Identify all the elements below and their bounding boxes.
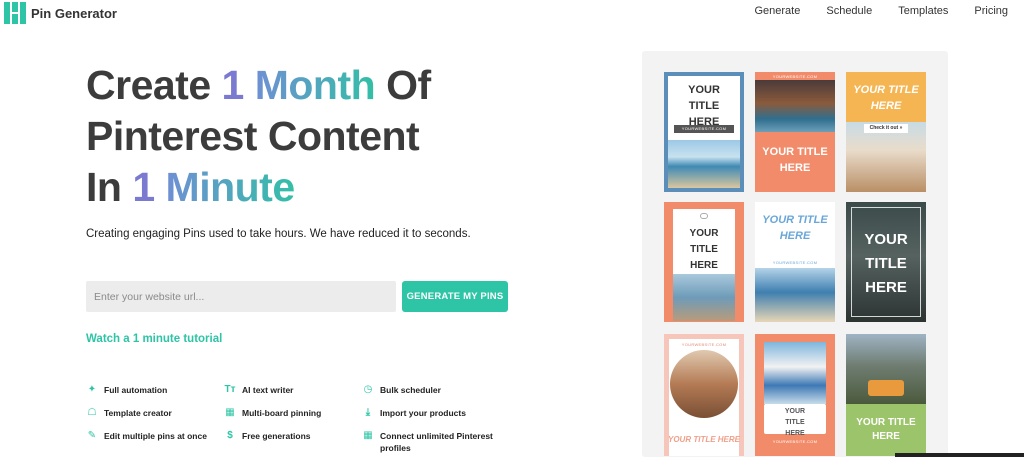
grid-icon: ▦ (225, 407, 235, 418)
top-header: Pin Generator Generate Schedule Template… (0, 0, 1024, 26)
people-photo (673, 274, 735, 321)
logo-icon (4, 2, 26, 24)
person-icon: ☖ (87, 407, 97, 418)
van-icon (868, 380, 904, 396)
pin-template-1[interactable]: YOUR TITLE HERE YOURWEBSITE.COM (664, 72, 744, 192)
feature-list: ✦ Full automation Tт AI text writer ◷ Bulk … (86, 384, 506, 454)
nav-schedule[interactable]: Schedule (826, 5, 872, 17)
nav-templates[interactable]: Templates (898, 5, 948, 17)
headline-line-2: Pinterest Content (86, 113, 420, 159)
feature-item: ⤓ Import your products (362, 407, 506, 419)
city-photo (755, 80, 835, 132)
feature-item: $ Free generations (224, 430, 362, 454)
feature-item: ◷ Bulk scheduler (363, 384, 441, 395)
nav-pricing[interactable]: Pricing (974, 5, 1008, 17)
logo-text: Pin Generator (31, 5, 117, 21)
pin-gallery: YOUR TITLE HERE YOURWEBSITE.COM YOURWEBS… (642, 51, 948, 457)
hero-subtitle: Creating engaging Pins used to take hour… (86, 228, 471, 240)
brush-icon: ✎ (87, 430, 97, 441)
android-icon: ✦ (87, 384, 97, 395)
generate-pins-button[interactable]: GENERATE MY PINS (402, 281, 508, 312)
pin-template-4[interactable]: YOUR TITLE HERE (664, 202, 744, 322)
main-nav: Generate Schedule Templates Pricing (754, 5, 1008, 17)
logo[interactable]: Pin Generator (4, 2, 117, 24)
feature-item: Tт AI text writer (224, 384, 294, 395)
headline-line-1: Create 1 Month Of (86, 62, 431, 108)
hero-headline: Create 1 Month Of Pinterest Content In 1… (86, 60, 546, 213)
download-icon: ⤓ (365, 407, 371, 418)
headline-line-3: In 1 Minute (86, 164, 295, 210)
clock-icon: ◷ (363, 384, 373, 395)
quote-icon (700, 213, 708, 219)
pin-template-5[interactable]: YOUR TITLE HERE YOURWEBSITE.COM (755, 202, 835, 322)
check-it-out-badge: Check it out » (864, 124, 908, 133)
beach-photo (668, 140, 740, 188)
dollar-icon: $ (227, 430, 233, 441)
pin-template-6[interactable]: YOUR TITLE HERE (846, 202, 926, 322)
feature-item: ▦ Multi-board pinning (225, 407, 322, 418)
pin-title: YOUR TITLE HERE (688, 84, 720, 128)
tutorial-link[interactable]: Watch a 1 minute tutorial (86, 333, 222, 345)
street-photo (670, 350, 738, 418)
bottom-bar (895, 453, 1024, 457)
santorini-photo (764, 342, 826, 404)
pin-template-8[interactable]: YOUR TITLE HERE YOURWEBSITE.COM (755, 334, 835, 456)
pin-template-3[interactable]: YOUR TITLE HERE Check it out » (846, 72, 926, 192)
boards-icon: ▦ (363, 430, 373, 441)
feature-item: ▦ Connect unlimited Pinterest profiles (363, 430, 493, 453)
pin-template-9[interactable]: YOUR TITLE HERE (846, 334, 926, 456)
pin-template-2[interactable]: YOURWEBSITE.COM YOUR TITLE HERE (755, 72, 835, 192)
feature-item: ✦ Full automation (87, 384, 168, 395)
feature-item: ☖ Template creator (87, 407, 172, 418)
text-icon: Tт (224, 384, 236, 395)
pin-template-7[interactable]: YOURWEBSITE.COM YOUR TITLE HERE (664, 334, 744, 456)
nav-generate[interactable]: Generate (754, 5, 800, 17)
feature-item: ✎ Edit multiple pins at once (87, 430, 207, 441)
website-url-input[interactable] (86, 281, 396, 312)
boat-photo (755, 268, 835, 322)
